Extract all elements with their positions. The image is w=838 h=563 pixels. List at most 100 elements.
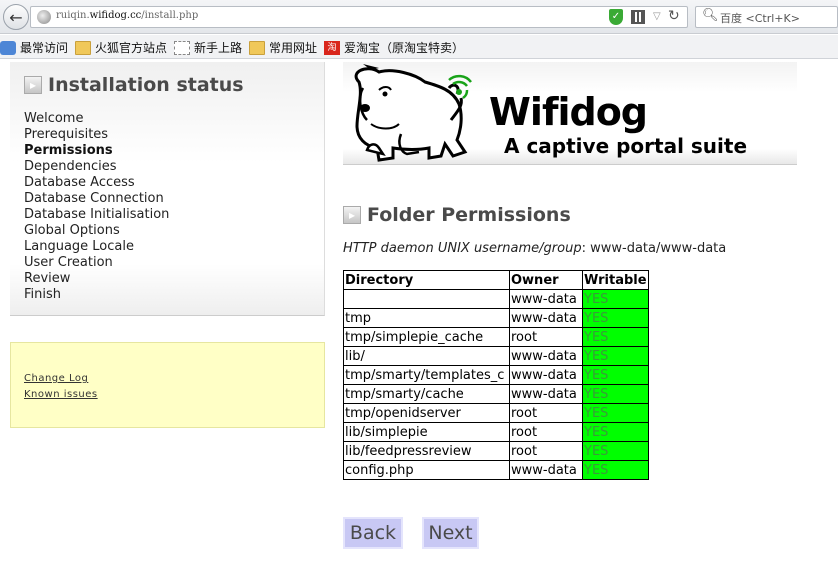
table-row: tmp/openidserver root YES [343, 403, 649, 423]
next-button[interactable]: Next [422, 517, 479, 549]
table-row: tmp www-data YES [343, 308, 649, 328]
search-icon: 🔍︎ [702, 8, 719, 23]
writable-cell: YES [582, 403, 649, 423]
shield-icon[interactable]: ✓ [609, 9, 623, 25]
column-header-owner: Owner [509, 270, 583, 290]
banner-subtitle: A captive portal suite [504, 134, 748, 158]
search-input[interactable]: 🔍︎ 百度 <Ctrl+K> [695, 6, 838, 28]
banner-title: Wifidog [489, 90, 648, 134]
permissions-table: Directory Owner Writable www-data YES tmp w… [343, 270, 649, 480]
browser-back-button[interactable]: ← [3, 4, 29, 30]
table-row: tmp/smarty/templates_c www-data YES [343, 365, 649, 385]
bookmark-getting-started[interactable]: 新手上路 [174, 39, 242, 56]
qr-code-icon[interactable] [631, 10, 645, 24]
writable-cell: YES [582, 422, 649, 442]
writable-cell: YES [582, 346, 649, 366]
table-header-row: Directory Owner Writable [343, 270, 649, 290]
directory-cell: config.php [343, 460, 510, 480]
writable-cell: YES [582, 384, 649, 404]
install-step-item: Finish [24, 287, 62, 302]
directory-cell: tmp/smarty/cache [343, 384, 510, 404]
install-step-item: Welcome [24, 111, 84, 126]
url-text[interactable]: ruiqin.wifidog.cc/install.php [56, 10, 198, 21]
writable-cell: YES [582, 289, 649, 309]
table-row: lib/feedpressreview root YES [343, 441, 649, 461]
table-row: lib/www-data YES [343, 346, 649, 366]
browser-toolbar: ← ruiqin.wifidog.cc/install.php ✓ ▽ ↻ 🔍︎… [0, 0, 838, 34]
bookmark-label: 常用网址 [269, 41, 318, 55]
bookmark-label: 最常访问 [20, 41, 69, 55]
directory-cell: tmp [343, 308, 510, 328]
install-step-item: Database Connection [24, 191, 164, 206]
daemon-value: www-data/www-data [590, 241, 727, 256]
section-title: Folder Permissions [367, 204, 571, 226]
writable-cell: YES [582, 460, 649, 480]
notes-panel: Change Log Known issues [10, 342, 325, 428]
url-bar[interactable]: ruiqin.wifidog.cc/install.php ✓ ▽ ↻ [30, 6, 688, 28]
arrow-right-icon: ▸ [24, 76, 42, 94]
owner-cell: root [509, 403, 583, 423]
section-heading: ▸ Folder Permissions [343, 204, 571, 226]
writable-cell: YES [582, 365, 649, 385]
directory-cell: tmp/simplepie_cache [343, 327, 510, 347]
bookmark-label: 火狐官方站点 [95, 41, 168, 55]
directory-cell: lib/feedpressreview [343, 441, 510, 461]
bookmark-aitaobao[interactable]: 淘 爱淘宝（原淘宝特卖） [324, 39, 464, 56]
taobao-icon: 淘 [324, 40, 340, 55]
owner-cell: www-data [509, 384, 583, 404]
writable-cell: YES [582, 441, 649, 461]
folder-icon [249, 40, 265, 55]
table-row: config.php www-data YES [343, 460, 649, 480]
writable-cell: YES [582, 327, 649, 347]
writable-cell: YES [582, 308, 649, 328]
bookmark-icon [0, 40, 16, 55]
installation-status-panel: ▸ Installation status Welcome Prerequisit… [10, 62, 325, 316]
install-step-item: User Creation [24, 255, 113, 270]
known-issues-link[interactable]: Known issues [24, 389, 98, 400]
page-icon [174, 40, 190, 55]
table-row: www-data YES [343, 289, 649, 309]
column-header-directory: Directory [343, 270, 510, 290]
globe-icon [37, 10, 51, 24]
directory-cell: tmp/smarty/templates_c [343, 365, 510, 385]
owner-cell: www-data [509, 289, 583, 309]
daemon-label: HTTP daemon UNIX username/group [343, 241, 582, 256]
owner-cell: root [509, 422, 583, 442]
directory-cell: lib/ [343, 346, 510, 366]
install-step-item: Permissions [24, 143, 113, 158]
install-step-item: Database Access [24, 175, 135, 190]
owner-cell: www-data [509, 308, 583, 328]
changelog-link[interactable]: Change Log [24, 373, 88, 384]
folder-icon [75, 40, 91, 55]
owner-cell: www-data [509, 365, 583, 385]
install-step-list: Welcome Prerequisites Permissions Dependenc… [24, 111, 169, 303]
wifidog-banner: Wifidog A captive portal suite [343, 62, 797, 165]
panel-title: Installation status [48, 74, 244, 96]
owner-cell: root [509, 327, 583, 347]
install-step-item: Review [24, 271, 71, 286]
directory-cell: tmp/openidserver [343, 403, 510, 423]
panel-heading: ▸ Installation status [24, 74, 244, 96]
arrow-left-icon: ← [9, 7, 23, 27]
search-placeholder: 百度 <Ctrl+K> [720, 12, 800, 25]
bookmark-common-sites[interactable]: 常用网址 [249, 39, 317, 56]
install-step-item: Global Options [24, 223, 120, 238]
column-header-writable: Writable [582, 270, 649, 290]
chevron-down-icon[interactable]: ▽ [653, 11, 661, 22]
back-button[interactable]: Back [343, 517, 403, 549]
bookmark-most-visited[interactable]: 最常访问 [0, 39, 68, 56]
owner-cell: www-data [509, 346, 583, 366]
directory-cell [343, 289, 510, 309]
table-row: tmp/simplepie_cache root YES [343, 327, 649, 347]
reload-icon[interactable]: ↻ [668, 8, 680, 24]
install-step-item: Dependencies [24, 159, 117, 174]
table-row: tmp/smarty/cache www-data YES [343, 384, 649, 404]
bookmarks-bar: 最常访问 火狐官方站点 新手上路 常用网址 淘 爱淘宝（原淘宝特卖） [0, 35, 838, 59]
bookmark-firefox-official[interactable]: 火狐官方站点 [75, 39, 167, 56]
owner-cell: www-data [509, 460, 583, 480]
arrow-right-icon: ▸ [343, 206, 361, 224]
install-step-item: Language Locale [24, 239, 134, 254]
bookmark-label: 爱淘宝（原淘宝特卖） [344, 41, 465, 55]
table-row: lib/simplepie root YES [343, 422, 649, 442]
http-daemon-info: HTTP daemon UNIX username/group: www-dat… [343, 241, 727, 256]
